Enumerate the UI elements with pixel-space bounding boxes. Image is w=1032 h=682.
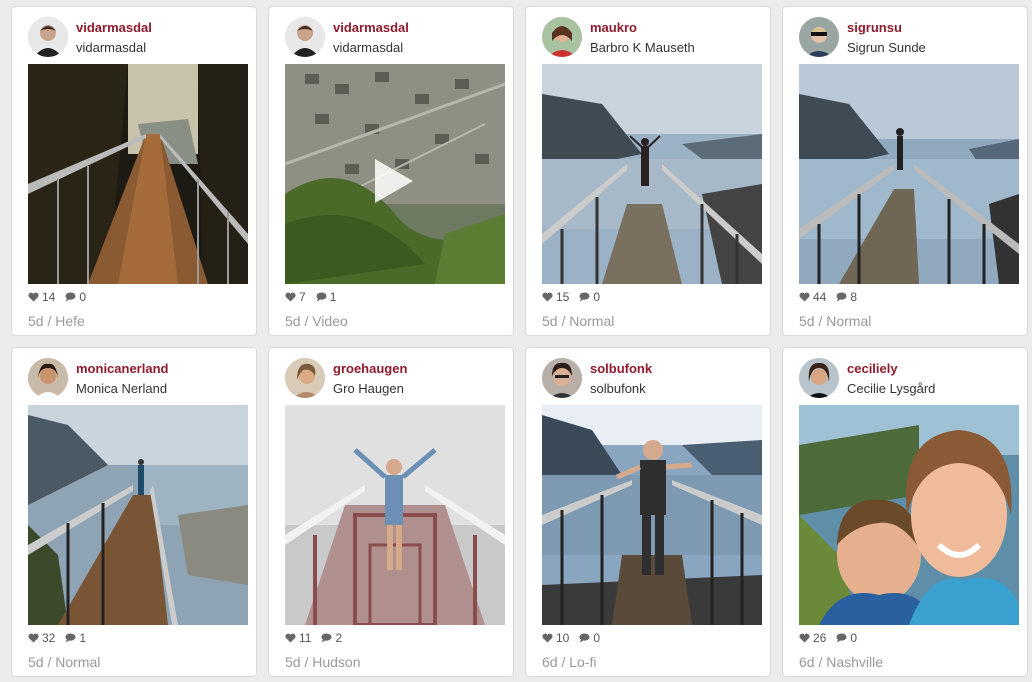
post-stats: 7 1	[285, 290, 346, 304]
play-icon[interactable]	[375, 159, 413, 203]
full-name: Cecilie Lysgård	[847, 381, 936, 396]
avatar[interactable]	[285, 17, 325, 57]
speech-bubble-icon[interactable]	[321, 633, 332, 643]
comment-count: 8	[850, 290, 858, 304]
heart-icon[interactable]	[285, 633, 296, 643]
post-stats: 15 0	[542, 290, 610, 304]
post-photo[interactable]	[28, 405, 248, 625]
post-meta: 5d / Hefe	[28, 313, 85, 329]
avatar[interactable]	[799, 358, 839, 398]
comment-count: 0	[593, 290, 601, 304]
full-name: Barbro K Mauseth	[590, 40, 695, 55]
avatar[interactable]	[28, 358, 68, 398]
post-meta: 5d / Video	[285, 313, 348, 329]
username-link[interactable]: monicanerland	[76, 361, 168, 376]
speech-bubble-icon[interactable]	[836, 633, 847, 643]
username-link[interactable]: groehaugen	[333, 361, 407, 376]
like-count: 15	[556, 290, 570, 304]
avatar[interactable]	[542, 17, 582, 57]
like-count: 11	[299, 631, 312, 645]
avatar[interactable]	[542, 358, 582, 398]
post-photo[interactable]	[542, 405, 762, 625]
heart-icon[interactable]	[799, 292, 810, 302]
post-stats: 32 1	[28, 631, 96, 645]
post-meta: 6d / Nashville	[799, 654, 884, 670]
post-photo[interactable]	[799, 64, 1019, 284]
comment-count: 0	[79, 290, 87, 304]
username-link[interactable]: solbufonk	[590, 361, 652, 376]
post-stats: 44 8	[799, 290, 867, 304]
heart-icon[interactable]	[799, 633, 810, 643]
post-card[interactable]: vidarmasdal vidarmasdal 7 1 5d / Video	[268, 6, 514, 336]
avatar[interactable]	[28, 17, 68, 57]
post-card[interactable]: solbufonk solbufonk 10 0 6d / Lo-fi	[525, 347, 771, 677]
heart-icon[interactable]	[28, 633, 39, 643]
post-meta: 6d / Lo-fi	[542, 654, 597, 670]
like-count: 7	[299, 290, 306, 304]
speech-bubble-icon[interactable]	[579, 292, 590, 302]
speech-bubble-icon[interactable]	[836, 292, 847, 302]
post-photo[interactable]	[28, 64, 248, 284]
heart-icon[interactable]	[285, 292, 296, 302]
full-name: Gro Haugen	[333, 381, 404, 396]
avatar[interactable]	[799, 17, 839, 57]
avatar[interactable]	[285, 358, 325, 398]
speech-bubble-icon[interactable]	[65, 292, 76, 302]
post-photo[interactable]	[799, 405, 1019, 625]
comment-count: 0	[593, 631, 601, 645]
post-stats: 10 0	[542, 631, 610, 645]
username-link[interactable]: ceciliely	[847, 361, 898, 376]
speech-bubble-icon[interactable]	[316, 292, 327, 302]
full-name: vidarmasdal	[333, 40, 404, 55]
post-stats: 11 2	[285, 631, 352, 645]
like-count: 44	[813, 290, 827, 304]
heart-icon[interactable]	[542, 292, 553, 302]
post-meta: 5d / Normal	[542, 313, 615, 329]
comment-count: 1	[329, 290, 337, 304]
username-link[interactable]: vidarmasdal	[76, 20, 152, 35]
comment-count: 0	[850, 631, 858, 645]
like-count: 10	[556, 631, 570, 645]
post-meta: 5d / Normal	[799, 313, 872, 329]
post-card[interactable]: sigrunsu Sigrun Sunde 44 8 5d / Normal	[782, 6, 1028, 336]
post-photo[interactable]	[542, 64, 762, 284]
like-count: 26	[813, 631, 827, 645]
speech-bubble-icon[interactable]	[579, 633, 590, 643]
post-stats: 26 0	[799, 631, 867, 645]
full-name: solbufonk	[590, 381, 646, 396]
heart-icon[interactable]	[28, 292, 39, 302]
heart-icon[interactable]	[542, 633, 553, 643]
post-card[interactable]: monicanerland Monica Nerland 32 1 5d / N…	[11, 347, 257, 677]
post-card[interactable]: vidarmasdal vidarmasdal 14 0 5d / Hefe	[11, 6, 257, 336]
post-card[interactable]: maukro Barbro K Mauseth 15 0 5d / Normal	[525, 6, 771, 336]
post-video[interactable]	[285, 64, 505, 284]
speech-bubble-icon[interactable]	[65, 633, 76, 643]
full-name: Monica Nerland	[76, 381, 168, 396]
comment-count: 2	[335, 631, 343, 645]
comment-count: 1	[79, 631, 87, 645]
username-link[interactable]: sigrunsu	[847, 20, 902, 35]
post-card[interactable]: ceciliely Cecilie Lysgård 26 0 6d / Nash…	[782, 347, 1028, 677]
full-name: vidarmasdal	[76, 40, 147, 55]
username-link[interactable]: vidarmasdal	[333, 20, 409, 35]
post-stats: 14 0	[28, 290, 96, 304]
post-meta: 5d / Hudson	[285, 654, 361, 670]
full-name: Sigrun Sunde	[847, 40, 926, 55]
post-meta: 5d / Normal	[28, 654, 101, 670]
like-count: 32	[42, 631, 56, 645]
username-link[interactable]: maukro	[590, 20, 637, 35]
post-card[interactable]: groehaugen Gro Haugen 11 2 5d / Hudson	[268, 347, 514, 677]
post-photo[interactable]	[285, 405, 505, 625]
like-count: 14	[42, 290, 56, 304]
